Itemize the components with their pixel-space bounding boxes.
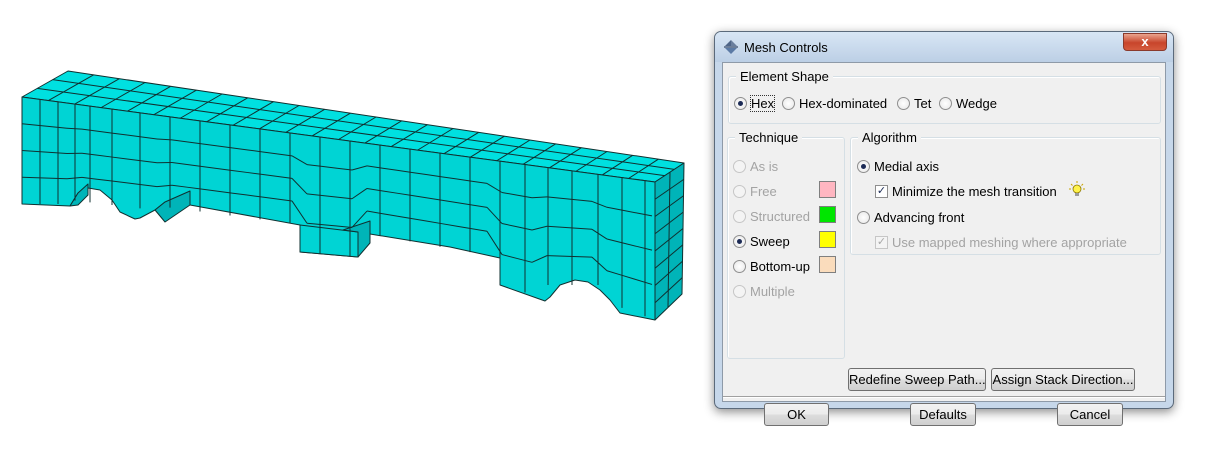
technique-free-label: Free [750, 184, 777, 199]
dialog-body: Element Shape Hex Hex-dominated Tet Wedg… [722, 62, 1166, 402]
use-mapped-checkbox[interactable]: ✓ Use mapped meshing where appropriate [875, 234, 1127, 250]
front-mesh-line [52, 178, 67, 179]
shape-hex-radio[interactable]: Hex [734, 95, 774, 111]
technique-group: Technique As is Free Structured Sweep Bo… [727, 137, 845, 359]
radio-indicator[interactable] [857, 211, 870, 224]
mesh-controls-dialog: Mesh Controls x Element Shape Hex Hex-do… [714, 31, 1174, 409]
shape-hex-dominated-label: Hex-dominated [799, 96, 887, 111]
technique-structured-label: Structured [750, 209, 810, 224]
front-mesh-line [577, 257, 592, 258]
defaults-button[interactable]: Defaults [910, 403, 976, 426]
algorithm-title: Algorithm [858, 130, 921, 145]
shape-hex-dominated-radio[interactable]: Hex-dominated [782, 95, 887, 111]
technique-bottom-up-radio[interactable]: Bottom-up [733, 258, 810, 274]
technique-multiple-label: Multiple [750, 284, 795, 299]
medial-axis-label: Medial axis [874, 159, 939, 174]
front-mesh-line [37, 178, 52, 179]
dialog-title: Mesh Controls [744, 40, 828, 55]
shape-tet-radio[interactable]: Tet [897, 95, 931, 111]
radio-indicator[interactable] [733, 160, 746, 173]
bottom-up-color-swatch [819, 256, 836, 273]
radio-indicator[interactable] [782, 97, 795, 110]
footer-separator [723, 396, 1165, 398]
structured-color-swatch [819, 206, 836, 223]
radio-indicator[interactable] [939, 97, 952, 110]
minimize-transition-checkbox[interactable]: ✓ Minimize the mesh transition [875, 183, 1057, 199]
lightbulb-icon[interactable] [1069, 181, 1085, 197]
free-color-swatch [819, 181, 836, 198]
title-bar[interactable]: Mesh Controls x [715, 32, 1173, 62]
front-mesh-line [562, 256, 577, 257]
shape-tet-label: Tet [914, 96, 931, 111]
technique-as-is-radio[interactable]: As is [733, 158, 778, 174]
front-mesh-line [547, 256, 562, 257]
mesh-model [0, 0, 700, 454]
radio-indicator[interactable] [733, 235, 746, 248]
radio-indicator[interactable] [857, 160, 870, 173]
element-shape-title: Element Shape [736, 69, 833, 84]
redefine-sweep-path-button[interactable]: Redefine Sweep Path... [848, 368, 986, 391]
technique-sweep-radio[interactable]: Sweep [733, 233, 790, 249]
radio-indicator[interactable] [733, 185, 746, 198]
radio-indicator[interactable] [733, 210, 746, 223]
ok-button[interactable]: OK [764, 403, 829, 426]
shape-hex-label: Hex [751, 96, 774, 111]
checkbox-indicator[interactable]: ✓ [875, 185, 888, 198]
radio-indicator[interactable] [733, 285, 746, 298]
mesh-controls-icon [723, 39, 739, 55]
checkbox-indicator[interactable]: ✓ [875, 236, 888, 249]
technique-multiple-radio[interactable]: Multiple [733, 283, 795, 299]
technique-title: Technique [735, 130, 802, 145]
advancing-front-radio[interactable]: Advancing front [857, 209, 964, 225]
use-mapped-label: Use mapped meshing where appropriate [892, 235, 1127, 250]
sweep-color-swatch [819, 231, 836, 248]
close-icon: x [1141, 34, 1148, 49]
close-button[interactable]: x [1123, 33, 1167, 51]
technique-bottom-up-label: Bottom-up [750, 259, 810, 274]
element-shape-group: Element Shape Hex Hex-dominated Tet Wedg… [728, 76, 1161, 124]
assign-stack-direction-button[interactable]: Assign Stack Direction... [991, 368, 1135, 391]
medial-axis-radio[interactable]: Medial axis [857, 158, 939, 174]
shape-wedge-label: Wedge [956, 96, 997, 111]
front-mesh-line [22, 177, 37, 178]
radio-indicator[interactable] [733, 260, 746, 273]
radio-indicator[interactable] [734, 97, 747, 110]
technique-sweep-label: Sweep [750, 234, 790, 249]
cancel-button[interactable]: Cancel [1057, 403, 1123, 426]
model-viewport[interactable] [0, 0, 700, 454]
technique-structured-radio[interactable]: Structured [733, 208, 810, 224]
radio-indicator[interactable] [897, 97, 910, 110]
technique-as-is-label: As is [750, 159, 778, 174]
minimize-transition-label: Minimize the mesh transition [892, 184, 1057, 199]
technique-free-radio[interactable]: Free [733, 183, 777, 199]
advancing-front-label: Advancing front [874, 210, 964, 225]
algorithm-group: Algorithm Medial axis ✓Minimize the mesh… [850, 137, 1161, 255]
shape-wedge-radio[interactable]: Wedge [939, 95, 997, 111]
